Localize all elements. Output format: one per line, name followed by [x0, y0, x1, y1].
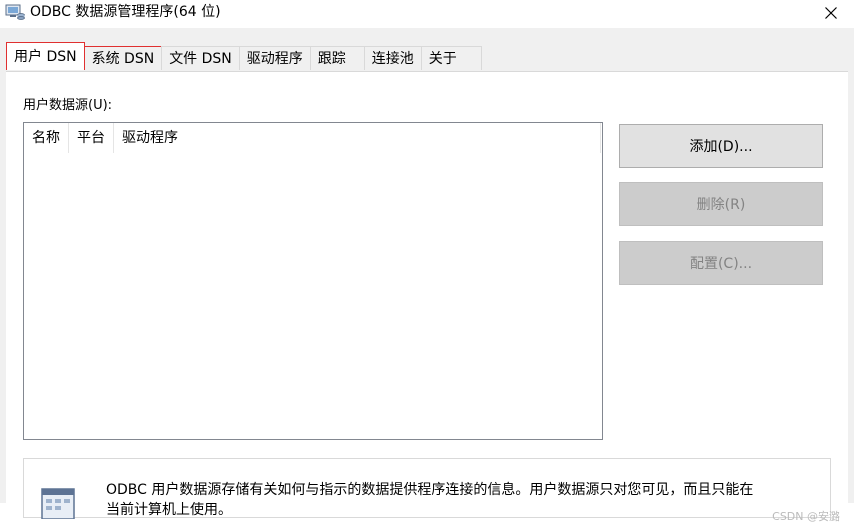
remove-button[interactable]: 删除(R) — [619, 182, 823, 226]
add-button[interactable]: 添加(D)... — [619, 124, 823, 168]
column-name[interactable]: 名称 — [24, 123, 69, 153]
info-description: ODBC 用户数据源存储有关如何与指示的数据提供程序连接的信息。用户数据源只对您… — [106, 482, 754, 498]
tab-bar: 用户 DSN 系统 DSN 文件 DSN 驱动程序 跟踪 连接池 关于 — [6, 42, 482, 70]
tab-tracing[interactable]: 跟踪 — [309, 46, 365, 70]
configure-button[interactable]: 配置(C)... — [619, 241, 823, 285]
close-button[interactable] — [808, 0, 854, 26]
odbc-app-icon — [5, 4, 25, 20]
user-data-sources-label: 用户数据源(U): — [23, 98, 113, 113]
watermark: CSDN @安潞 — [772, 510, 840, 523]
tab-about[interactable]: 关于 — [420, 46, 482, 70]
close-icon — [825, 7, 837, 19]
info-description-line2: 当前计算机上使用。 — [106, 502, 232, 518]
tab-drivers[interactable]: 驱动程序 — [238, 46, 311, 70]
tab-file-dsn[interactable]: 文件 DSN — [161, 46, 240, 70]
data-source-info-icon — [41, 488, 75, 519]
tab-system-dsn[interactable]: 系统 DSN — [83, 46, 163, 70]
data-source-list[interactable]: 名称 平台 驱动程序 — [23, 122, 603, 440]
tab-connection-pooling[interactable]: 连接池 — [363, 46, 422, 70]
user-dsn-panel: 用户数据源(U): 名称 平台 驱动程序 添加(D)... 删除(R) 配置(C… — [6, 71, 848, 519]
info-box: ODBC 用户数据源存储有关如何与指示的数据提供程序连接的信息。用户数据源只对您… — [23, 458, 831, 519]
title-bar: ODBC 数据源管理程序(64 位) — [0, 0, 854, 28]
column-platform[interactable]: 平台 — [69, 123, 114, 153]
dialog-body: 用户 DSN 系统 DSN 文件 DSN 驱动程序 跟踪 连接池 关于 用户数据… — [0, 28, 854, 523]
tab-user-dsn[interactable]: 用户 DSN — [6, 42, 85, 70]
column-driver[interactable]: 驱动程序 — [114, 123, 601, 153]
list-header: 名称 平台 驱动程序 — [24, 123, 601, 153]
window-title: ODBC 数据源管理程序(64 位) — [30, 4, 221, 20]
